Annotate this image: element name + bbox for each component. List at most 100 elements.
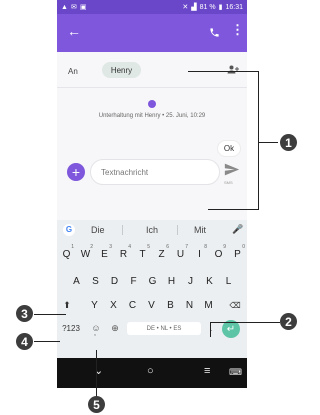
callout-5: 5 (88, 396, 105, 413)
clock: 16:31 (225, 3, 243, 11)
callout-line (210, 322, 280, 323)
key-label: R (119, 248, 128, 260)
callout-line (34, 314, 66, 315)
callout-line (34, 341, 60, 342)
attach-plus-button[interactable]: + (67, 163, 85, 181)
key-label: I (198, 248, 201, 260)
key-label: O (214, 248, 223, 260)
more-options-icon[interactable]: ⋮ (231, 23, 244, 36)
send-icon[interactable] (224, 163, 240, 179)
key-a[interactable]: A (68, 271, 85, 291)
key-hint: 9 (223, 244, 226, 250)
divider (122, 225, 123, 235)
key-w[interactable]: W2 (77, 244, 94, 264)
back-arrow-icon[interactable]: ← (67, 24, 81, 38)
key-t[interactable]: T5 (134, 244, 151, 264)
comma-key[interactable]: , (94, 330, 96, 337)
thread-info: Unterhaltung mit Henry • 25. Juni, 10:29 (98, 113, 206, 119)
callout-3: 3 (16, 305, 33, 322)
key-y[interactable]: Y (86, 295, 103, 315)
divider (177, 225, 178, 235)
message-input[interactable]: Textnachricht (90, 159, 220, 185)
key-label: E (101, 248, 108, 260)
key-b[interactable]: B (162, 295, 179, 315)
key-hint: 2 (90, 244, 93, 250)
backspace-icon[interactable]: ⌫ (225, 295, 245, 315)
status-bar: ▲ ✉ ▣ ✕ ▟ 81 % ▮ 16:31 (57, 0, 247, 14)
key-hint: 3 (109, 244, 112, 250)
shift-icon[interactable]: ⬆ (57, 295, 77, 315)
keyboard-icon[interactable]: ⌨ (229, 368, 242, 377)
callout-line (208, 209, 259, 210)
key-label: Z (158, 248, 165, 260)
key-r[interactable]: R4 (115, 244, 132, 264)
callout-2: 2 (280, 313, 297, 330)
callout-line (258, 71, 259, 209)
key-d[interactable]: D (106, 271, 123, 291)
image-icon: ▣ (79, 3, 87, 11)
key-v[interactable]: V (143, 295, 160, 315)
key-hint: 0 (242, 244, 245, 250)
recents-icon[interactable]: ≡ (204, 366, 210, 377)
key-x[interactable]: X (105, 295, 122, 315)
key-hint: 6 (166, 244, 169, 250)
callout-line (210, 322, 211, 337)
key-hint: 7 (185, 244, 188, 250)
key-label: U (176, 248, 185, 260)
key-h[interactable]: H (163, 271, 180, 291)
callout-line (259, 142, 278, 143)
key-c[interactable]: C (124, 295, 141, 315)
key-hint: 5 (147, 244, 150, 250)
period-key[interactable]: . (205, 318, 217, 338)
emoji-icon[interactable]: ☺ (89, 318, 103, 338)
key-label: T (139, 248, 146, 260)
key-row-3: ⬆ Y X C V B N M ⌫ (57, 295, 247, 317)
contact-avatar-icon (148, 100, 156, 108)
key-n[interactable]: N (181, 295, 198, 315)
symbols-key[interactable]: ?123 (59, 318, 83, 338)
app-bar: ← ⋮ (57, 14, 247, 52)
mail-icon: ✉ (70, 3, 77, 11)
signal-icon: ▟ (191, 3, 197, 11)
key-label: P (234, 248, 241, 260)
callout-4: 4 (16, 333, 33, 350)
key-g[interactable]: G (144, 271, 161, 291)
recipient-chip[interactable]: Henry (102, 62, 141, 78)
key-q[interactable]: Q1 (58, 244, 75, 264)
key-o[interactable]: O9 (210, 244, 227, 264)
key-row-1: Q1 W2 E3 R4 T5 Z6 U7 I8 O9 P0 (57, 244, 247, 266)
keyboard: G Die Ich Mit 🎤 Q1 W2 E3 R4 T5 Z6 U7 I8 … (57, 220, 247, 358)
mic-icon[interactable]: 🎤 (232, 224, 243, 235)
key-k[interactable]: K (201, 271, 218, 291)
battery-percent: 81 % (199, 3, 216, 11)
mute-icon: ✕ (182, 3, 189, 11)
warning-icon: ▲ (61, 3, 68, 11)
key-row-2: A S D F G H J K L (57, 271, 247, 293)
to-label: An (68, 67, 78, 76)
phone-icon[interactable] (209, 25, 220, 43)
key-s[interactable]: S (87, 271, 104, 291)
globe-icon[interactable]: ⊕ (108, 318, 122, 338)
key-f[interactable]: F (125, 271, 142, 291)
callout-1: 1 (280, 134, 297, 151)
recipient-bar: An Henry (57, 52, 247, 88)
key-j[interactable]: J (182, 271, 199, 291)
callout-line (188, 71, 258, 72)
key-i[interactable]: I8 (191, 244, 208, 264)
google-g-icon[interactable]: G (63, 224, 75, 236)
key-z[interactable]: Z6 (153, 244, 170, 264)
battery-icon: ▮ (218, 3, 223, 11)
suggestion-2[interactable]: Ich (146, 225, 158, 235)
key-u[interactable]: U7 (172, 244, 189, 264)
message-bubble[interactable]: Ok (217, 140, 241, 157)
suggestion-1[interactable]: Die (91, 225, 105, 235)
home-circle-icon[interactable]: ○ (147, 366, 154, 377)
key-p[interactable]: P0 (229, 244, 246, 264)
key-m[interactable]: M (200, 295, 217, 315)
key-l[interactable]: L (220, 271, 237, 291)
nav-bar: ⌄ ○ ≡ ⌨ (57, 358, 247, 388)
phone-screen: ▲ ✉ ▣ ✕ ▟ 81 % ▮ 16:31 ← ⋮ An Henry Unte… (57, 0, 247, 388)
space-bar[interactable]: DE • NL • ES (127, 322, 201, 335)
key-e[interactable]: E3 (96, 244, 113, 264)
suggestion-3[interactable]: Mit (194, 225, 206, 235)
